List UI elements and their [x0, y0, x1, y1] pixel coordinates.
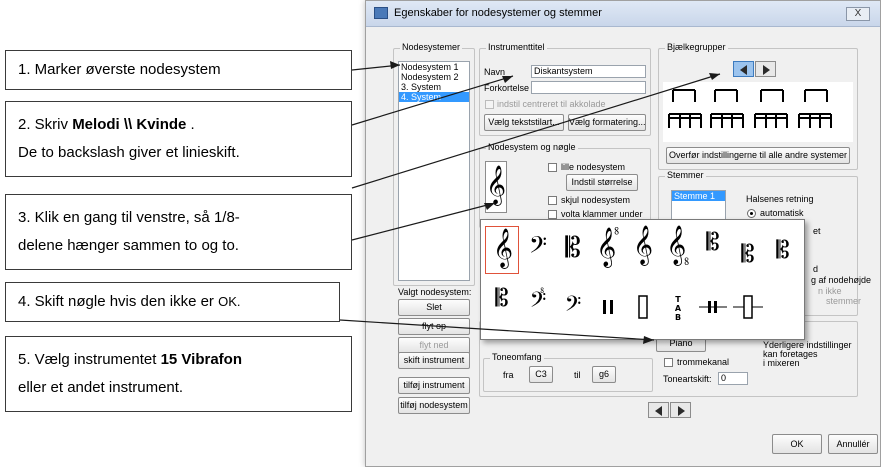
callout-step-4: 4. Skift nøgle hvis den ikke er OK.	[5, 282, 340, 322]
callout-line: delene hænger sammen to og to.	[18, 237, 239, 254]
callout-line: 5. Vælg instrumentet 15 Vibrafon	[18, 346, 339, 374]
screenshot-root: Egenskaber for nodesystemer og stemmer X…	[0, 0, 881, 467]
callout-text: .	[186, 116, 195, 133]
callout-text: 5. Vælg instrumentet	[18, 351, 161, 368]
callout-step-3: 3. Klik en gang til venstre, så 1/8- del…	[5, 194, 352, 270]
callout-step-1: 1. Marker øverste nodesystem	[5, 50, 352, 90]
callout-bold-text: Melodi \\ Kvinde	[72, 116, 187, 133]
callout-text: 2. Skriv	[18, 116, 73, 133]
callout-line: 2. Skriv Melodi \\ Kvinde .	[18, 111, 339, 139]
callout-bold-text: 15 Vibrafon	[160, 351, 242, 368]
callout-line: De to backslash giver et linieskift.	[18, 144, 240, 161]
callout-line: eller et andet instrument.	[18, 379, 184, 396]
callout-step-2: 2. Skriv Melodi \\ Kvinde . De to backsl…	[5, 101, 352, 177]
callout-step-5: 5. Vælg instrumentet 15 Vibrafon eller e…	[5, 336, 352, 412]
callout-text-small: OK.	[218, 294, 241, 309]
callout-text: 1. Marker øverste nodesystem	[18, 61, 221, 78]
callout-line: 3. Klik en gang til venstre, så 1/8-	[18, 209, 240, 226]
callout-text: 4. Skift nøgle hvis den ikke er	[18, 293, 219, 310]
